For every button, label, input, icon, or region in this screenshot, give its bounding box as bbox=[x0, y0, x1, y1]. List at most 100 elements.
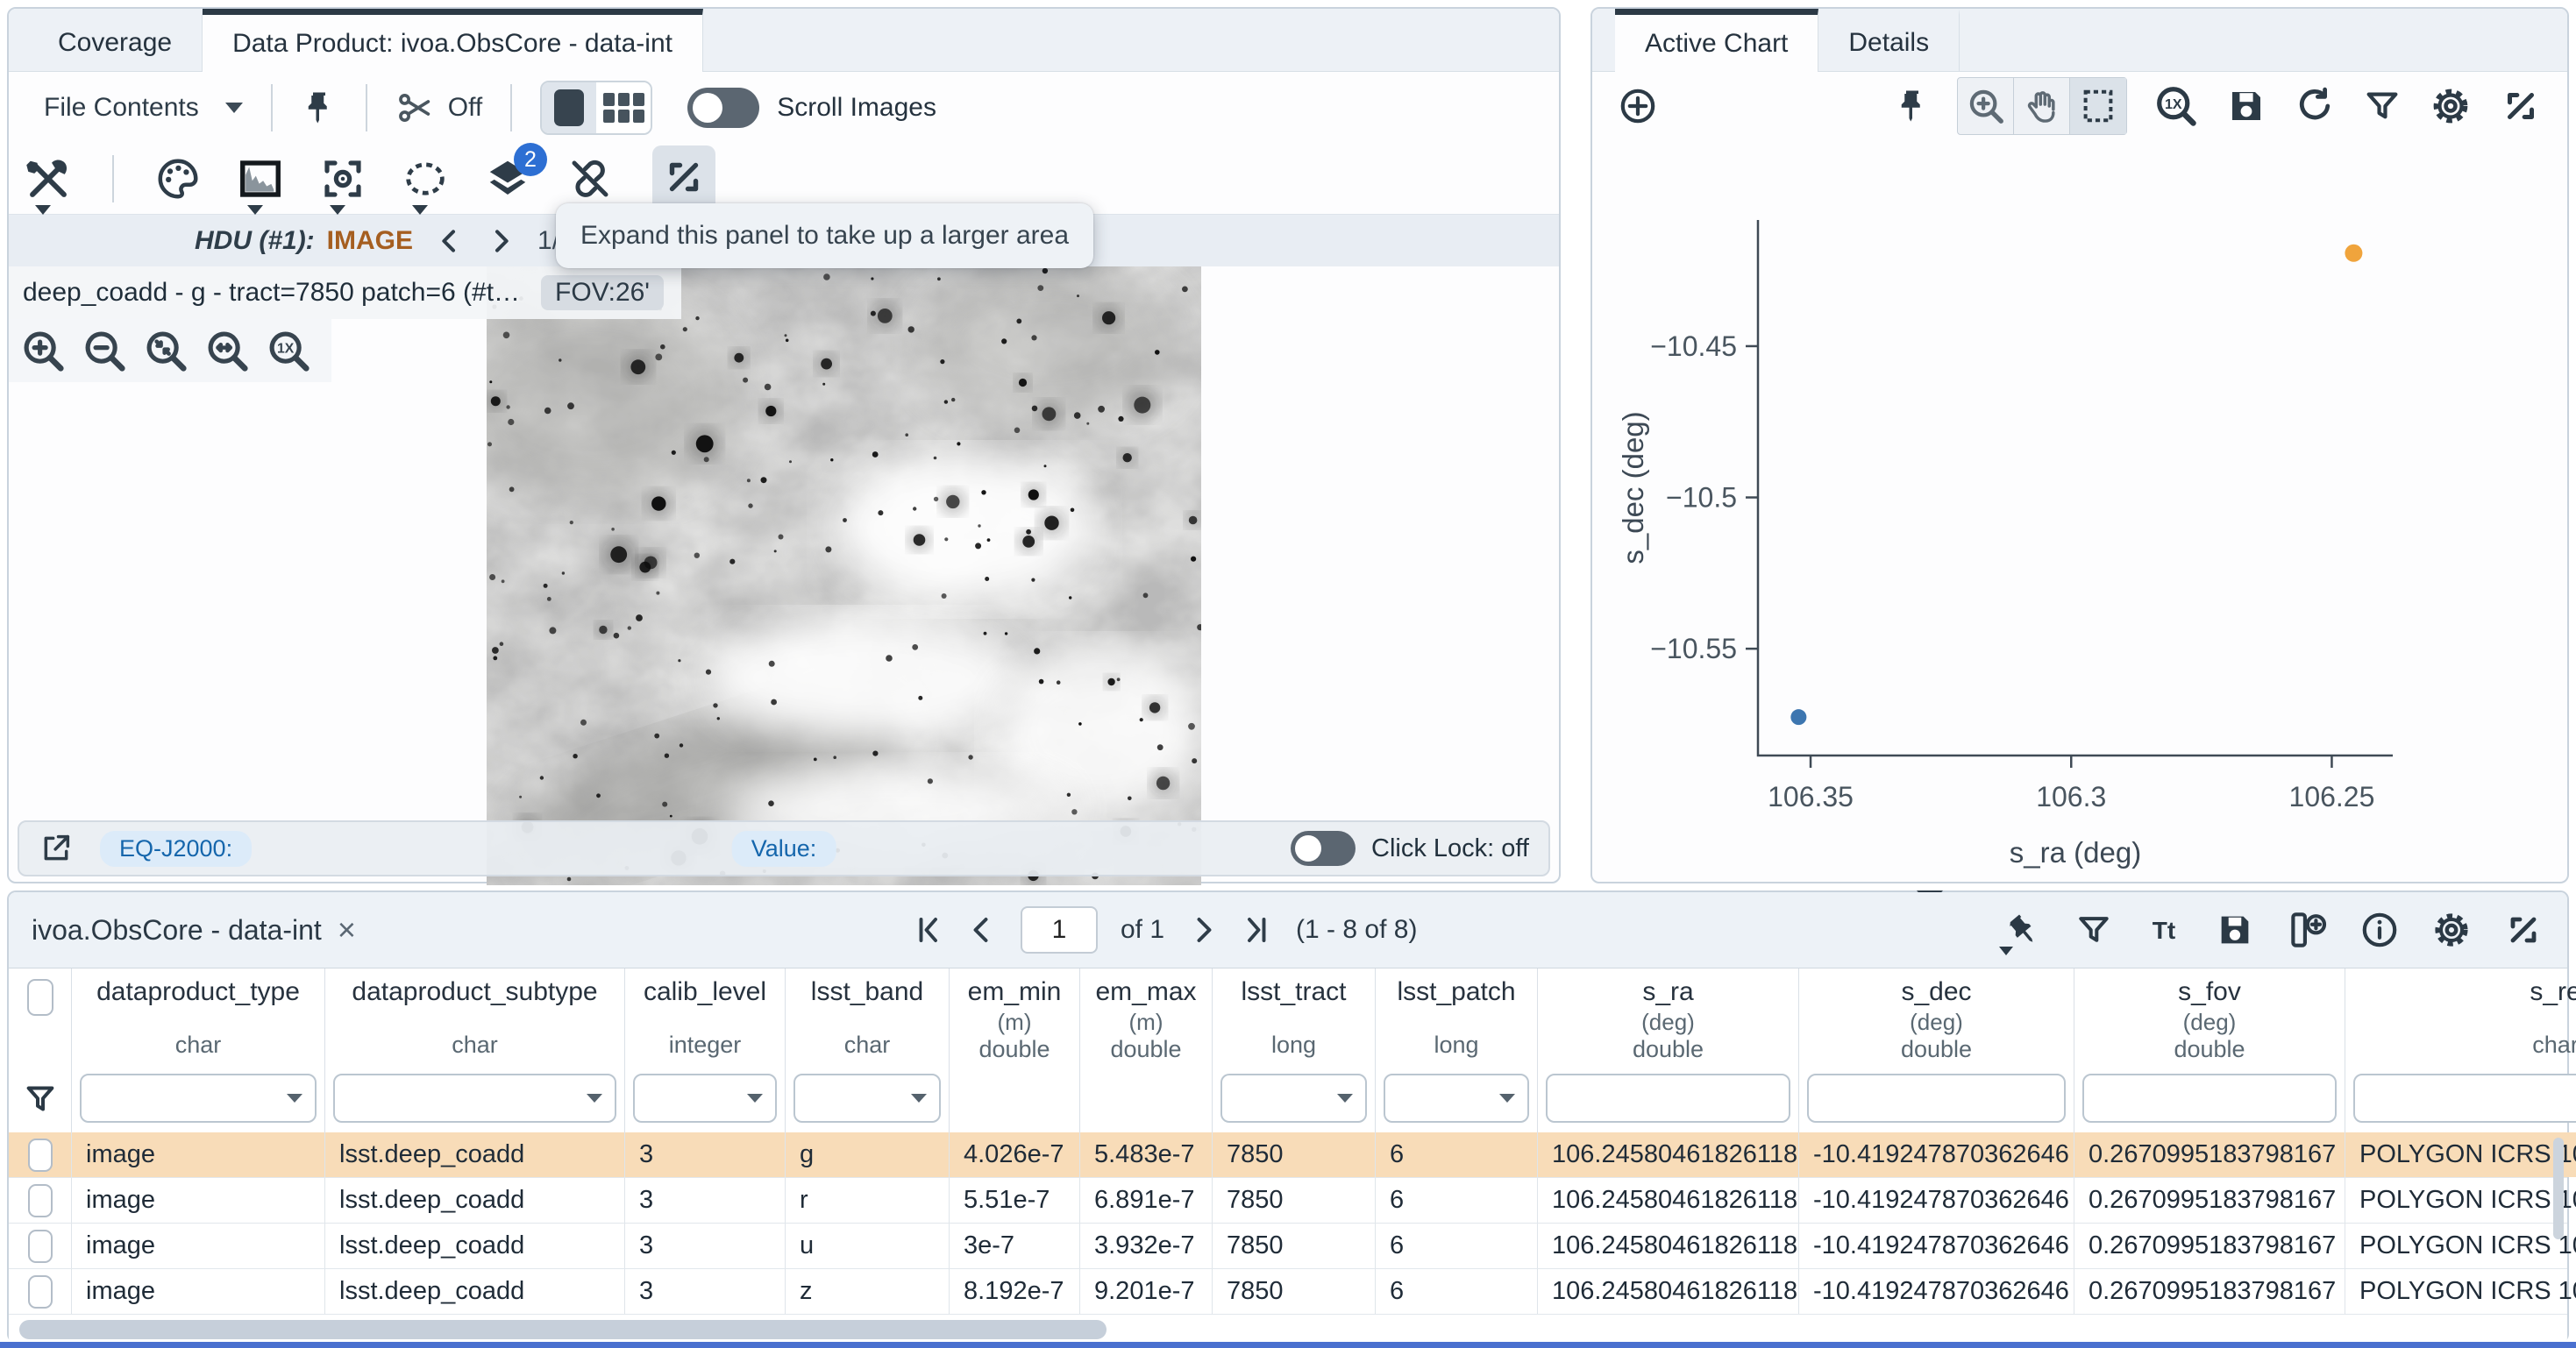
chart-point-data-point[interactable] bbox=[1790, 709, 1806, 725]
panel-resize-divider[interactable] bbox=[0, 1342, 2576, 1348]
column-filter-input-dataproduct_subtype[interactable] bbox=[333, 1074, 616, 1123]
column-filter-input-s_ra[interactable] bbox=[1546, 1074, 1790, 1123]
astronomical-image[interactable] bbox=[487, 266, 1201, 885]
chart-zoom-original-button zoom-1x-icon[interactable]: 1X bbox=[2153, 83, 2199, 129]
column-header-lsst_band[interactable]: lsst_bandchar bbox=[786, 968, 950, 1066]
table-cell[interactable]: 3 bbox=[625, 1132, 786, 1177]
table-cell[interactable]: 5.51e-7 bbox=[950, 1178, 1080, 1223]
next-page-icon[interactable] bbox=[1187, 914, 1219, 946]
table-cell[interactable]: 6 bbox=[1376, 1224, 1538, 1268]
last-page-icon[interactable] bbox=[1242, 914, 1273, 946]
table-cell[interactable]: 0.2670995183798167 bbox=[2074, 1178, 2345, 1223]
table-cell[interactable]: lsst.deep_coadd bbox=[325, 1269, 625, 1314]
column-header-em_min[interactable]: em_min(m)double bbox=[950, 968, 1080, 1066]
chart-pan-button[interactable] bbox=[2014, 78, 2070, 134]
stretch-histogram-button[interactable] bbox=[237, 155, 284, 202]
table-cell[interactable]: 6.891e-7 bbox=[1080, 1178, 1213, 1223]
zoom-in-icon[interactable] bbox=[19, 327, 67, 374]
scatter-chart[interactable]: 106.35106.3106.25−10.45−10.5−10.55s_ra (… bbox=[1592, 140, 2567, 885]
table-cell[interactable]: g bbox=[786, 1132, 950, 1177]
column-filter-input-dataproduct_type[interactable] bbox=[80, 1074, 317, 1123]
table-cell[interactable]: 3.932e-7 bbox=[1080, 1224, 1213, 1268]
chart-select-button[interactable] bbox=[2070, 78, 2126, 134]
column-filter-input-s_dec[interactable] bbox=[1807, 1074, 2066, 1123]
column-filter-input-s_re[interactable] bbox=[2353, 1074, 2576, 1123]
zoom-fit-icon[interactable] bbox=[142, 327, 189, 374]
table-cell[interactable]: 6 bbox=[1376, 1178, 1538, 1223]
table-settings-button settings-icon[interactable] bbox=[2430, 909, 2473, 951]
tab-active-chart[interactable]: Active Chart bbox=[1615, 9, 1818, 72]
prev-page-icon[interactable] bbox=[966, 914, 998, 946]
column-header-s_re[interactable]: s_rechar bbox=[2345, 968, 2576, 1066]
select-all-checkbox[interactable] bbox=[27, 979, 53, 1016]
table-cell[interactable]: 9.201e-7 bbox=[1080, 1269, 1213, 1314]
table-cell[interactable]: z bbox=[786, 1269, 950, 1314]
file-contents-dropdown[interactable]: File Contents bbox=[44, 93, 243, 123]
tab-coverage[interactable]: Coverage bbox=[28, 9, 203, 71]
text-view-button text-options-icon[interactable]: Tt bbox=[2143, 909, 2185, 951]
add-chart-button circle-plus-icon[interactable] bbox=[1617, 85, 1659, 127]
table-row[interactable]: imagelsst.deep_coadd3u3e-73.932e-7785061… bbox=[9, 1224, 2567, 1269]
table-cell[interactable]: -10.419247870362646 bbox=[1799, 1269, 2074, 1314]
table-cell[interactable]: -10.419247870362646 bbox=[1799, 1132, 2074, 1177]
zoom-1x-icon[interactable]: 1X bbox=[265, 327, 312, 374]
tools-button[interactable] bbox=[25, 155, 72, 202]
single-view-button[interactable] bbox=[542, 82, 596, 133]
layers-button[interactable]: 2 bbox=[484, 155, 531, 202]
zoom-fill-icon[interactable] bbox=[203, 327, 251, 374]
table-cell[interactable]: image bbox=[72, 1224, 325, 1268]
table-cell[interactable]: POLYGON ICRS 10 bbox=[2345, 1269, 2576, 1314]
hdu-next-button[interactable] bbox=[487, 227, 515, 255]
table-cell[interactable]: -10.419247870362646 bbox=[1799, 1178, 2074, 1223]
table-cell[interactable]: 6 bbox=[1376, 1269, 1538, 1314]
table-cell[interactable]: 3 bbox=[625, 1269, 786, 1314]
table-cell[interactable]: 106.24580461826118 bbox=[1538, 1132, 1799, 1177]
table-cell[interactable]: image bbox=[72, 1178, 325, 1223]
crop-button[interactable]: Off bbox=[395, 88, 482, 128]
grid-view-button[interactable] bbox=[596, 82, 651, 133]
pin-chart-button pushpin-icon[interactable] bbox=[1894, 84, 1931, 128]
chart-zoom-button[interactable] bbox=[1958, 78, 2014, 134]
pin-image-button[interactable] bbox=[301, 86, 338, 130]
table-cell[interactable]: 106.24580461826118 bbox=[1538, 1224, 1799, 1268]
select-region-button[interactable] bbox=[402, 155, 449, 202]
zoom-out-icon[interactable] bbox=[81, 327, 128, 374]
page-number-input[interactable] bbox=[1021, 906, 1098, 954]
table-cell[interactable]: POLYGON ICRS 10 bbox=[2345, 1224, 2576, 1268]
column-header-dataproduct_subtype[interactable]: dataproduct_subtypechar bbox=[325, 968, 625, 1066]
tab-details[interactable]: Details bbox=[1818, 9, 1960, 71]
column-header-s_fov[interactable]: s_fov(deg)double bbox=[2074, 968, 2345, 1066]
save-chart-button save-icon[interactable] bbox=[2225, 85, 2267, 127]
table-cell[interactable]: 3 bbox=[625, 1178, 786, 1223]
table-cell[interactable]: 3 bbox=[625, 1224, 786, 1268]
horizontal-scrollbar[interactable] bbox=[9, 1315, 2567, 1344]
row-checkbox[interactable] bbox=[28, 1184, 53, 1217]
image-viewer[interactable]: deep_coadd - g - tract=7850 patch=6 (#t…… bbox=[9, 266, 1559, 885]
center-image-button[interactable] bbox=[319, 155, 366, 202]
table-cell[interactable]: lsst.deep_coadd bbox=[325, 1132, 625, 1177]
column-header-dataproduct_type[interactable]: dataproduct_typechar bbox=[72, 968, 325, 1066]
table-cell[interactable]: u bbox=[786, 1224, 950, 1268]
column-header-calib_level[interactable]: calib_levelinteger bbox=[625, 968, 786, 1066]
table-cell[interactable]: 8.192e-7 bbox=[950, 1269, 1080, 1314]
unlink-button[interactable] bbox=[566, 155, 614, 202]
table-cell[interactable]: 7850 bbox=[1213, 1269, 1376, 1314]
table-cell[interactable]: POLYGON ICRS 10 bbox=[2345, 1178, 2576, 1223]
close-table-button close-icon[interactable]: × bbox=[338, 912, 356, 948]
row-checkbox[interactable] bbox=[28, 1275, 53, 1309]
table-cell[interactable]: 7850 bbox=[1213, 1132, 1376, 1177]
column-filter-input-s_fov[interactable] bbox=[2082, 1074, 2337, 1123]
table-row[interactable]: imagelsst.deep_coadd3r5.51e-76.891e-7785… bbox=[9, 1178, 2567, 1224]
value-readout-label[interactable]: Value: bbox=[732, 831, 836, 867]
chart-point-highlighted-row-point[interactable] bbox=[2345, 245, 2362, 262]
scrollbar-thumb[interactable] bbox=[19, 1320, 1107, 1339]
table-cell[interactable]: lsst.deep_coadd bbox=[325, 1224, 625, 1268]
expand-chart-button expand-icon[interactable] bbox=[2499, 84, 2543, 128]
click-lock-toggle[interactable] bbox=[1291, 831, 1356, 866]
expand-panel-button[interactable] bbox=[652, 145, 715, 213]
table-cell[interactable]: image bbox=[72, 1269, 325, 1314]
table-cell[interactable]: 0.2670995183798167 bbox=[2074, 1132, 2345, 1177]
column-header-lsst_tract[interactable]: lsst_tractlong bbox=[1213, 968, 1376, 1066]
column-filter-input-calib_level[interactable] bbox=[633, 1074, 777, 1123]
chart-settings-button settings-icon[interactable] bbox=[2429, 84, 2473, 128]
